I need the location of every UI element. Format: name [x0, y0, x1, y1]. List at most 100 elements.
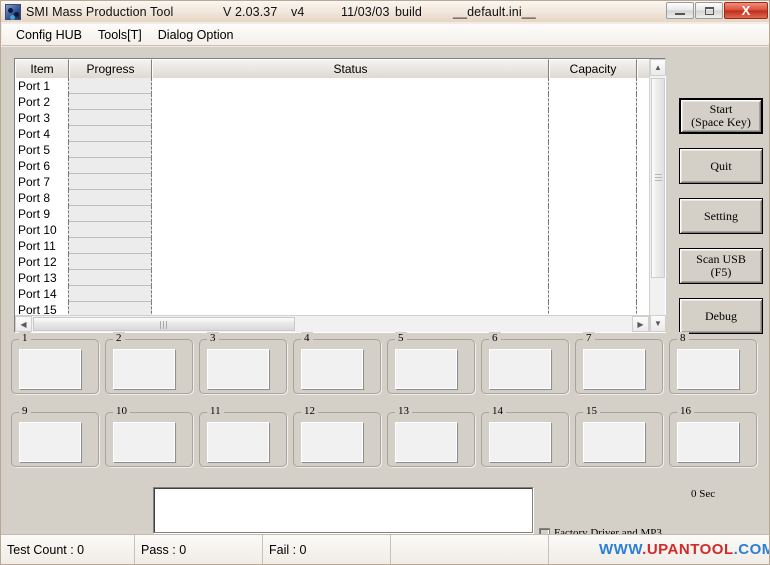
cell-capacity: [549, 190, 637, 206]
port-slot-label: 16: [677, 405, 694, 417]
port-slot-3[interactable]: 3: [199, 339, 287, 394]
port-slot-panel[interactable]: [113, 422, 175, 462]
maximize-button[interactable]: [695, 2, 723, 19]
cell-item: Port 14: [15, 286, 69, 302]
close-button[interactable]: X: [724, 2, 768, 19]
port-slot-panel[interactable]: [395, 349, 457, 389]
port-slot-label: 10: [113, 405, 130, 417]
cell-capacity: [549, 126, 637, 142]
setting-button-label: Setting: [704, 210, 738, 223]
minimize-button[interactable]: [666, 2, 694, 19]
table-row[interactable]: Port 10: [15, 222, 665, 238]
cell-item: Port 2: [15, 94, 69, 110]
cell-capacity: [549, 158, 637, 174]
menu-item-config-hub[interactable]: Config HUB: [8, 26, 90, 44]
table-row[interactable]: Port 7: [15, 174, 665, 190]
port-slot-4[interactable]: 4: [293, 339, 381, 394]
scroll-left-icon[interactable]: ◀: [15, 316, 32, 332]
port-slot-6[interactable]: 6: [481, 339, 569, 394]
port-slot-11[interactable]: 11: [199, 412, 287, 467]
title-version: V 2.03.37: [223, 5, 277, 19]
column-header-capacity[interactable]: Capacity: [549, 59, 637, 78]
port-slot-panel[interactable]: [489, 349, 551, 389]
table-row[interactable]: Port 5: [15, 142, 665, 158]
cell-status: [152, 94, 549, 110]
cell-status: [152, 78, 549, 94]
scroll-down-icon[interactable]: ▼: [650, 315, 666, 332]
horizontal-scroll-thumb[interactable]: [33, 317, 295, 331]
start-button[interactable]: Start (Space Key): [679, 98, 763, 134]
port-slot-panel[interactable]: [489, 422, 551, 462]
port-slot-7[interactable]: 7: [575, 339, 663, 394]
port-list-body[interactable]: Port 1 Port 2 Port 3: [15, 78, 665, 316]
scan-usb-label-line2: (F5): [711, 266, 732, 279]
table-row[interactable]: Port 1: [15, 78, 665, 94]
cell-capacity: [549, 302, 637, 316]
table-row[interactable]: Port 14: [15, 286, 665, 302]
maximize-icon: [705, 7, 714, 15]
cell-progress: [69, 142, 152, 158]
port-slot-label: 14: [489, 405, 506, 417]
port-slot-12[interactable]: 12: [293, 412, 381, 467]
port-slot-panel[interactable]: [677, 422, 739, 462]
port-slot-16[interactable]: 16: [669, 412, 757, 467]
port-slot-panel[interactable]: [19, 349, 81, 389]
column-header-item[interactable]: Item: [15, 59, 69, 78]
log-textbox[interactable]: [153, 487, 533, 533]
table-row[interactable]: Port 15: [15, 302, 665, 316]
quit-button[interactable]: Quit: [679, 148, 763, 184]
cell-capacity: [549, 94, 637, 110]
port-slot-13[interactable]: 13: [387, 412, 475, 467]
list-horizontal-scrollbar[interactable]: ◀ ▶: [15, 315, 649, 332]
cell-capacity: [549, 142, 637, 158]
port-slot-label: 8: [677, 332, 689, 344]
vertical-scroll-thumb[interactable]: [651, 78, 665, 278]
port-slot-15[interactable]: 15: [575, 412, 663, 467]
scan-usb-button[interactable]: Scan USB (F5): [679, 248, 763, 284]
table-row[interactable]: Port 6: [15, 158, 665, 174]
list-vertical-scrollbar[interactable]: ▲ ▼: [649, 59, 665, 332]
port-slot-panel[interactable]: [301, 349, 363, 389]
setting-button[interactable]: Setting: [679, 198, 763, 234]
port-slot-panel[interactable]: [583, 349, 645, 389]
cell-capacity: [549, 270, 637, 286]
watermark-url: WWW.UPANTOOL.COM: [599, 541, 770, 558]
cell-status: [152, 206, 549, 222]
port-slot-1[interactable]: 1: [11, 339, 99, 394]
port-slot-label: 1: [19, 332, 31, 344]
start-button-label-line2: (Space Key): [691, 116, 751, 129]
port-slot-panel[interactable]: [207, 422, 269, 462]
table-row[interactable]: Port 2: [15, 94, 665, 110]
table-row[interactable]: Port 13: [15, 270, 665, 286]
column-header-status[interactable]: Status: [152, 59, 549, 78]
port-slot-9[interactable]: 9: [11, 412, 99, 467]
menu-item-tools[interactable]: Tools[T]: [90, 26, 150, 44]
table-row[interactable]: Port 11: [15, 238, 665, 254]
table-row[interactable]: Port 3: [15, 110, 665, 126]
menu-item-dialog-option[interactable]: Dialog Option: [150, 26, 242, 44]
port-slot-8[interactable]: 8: [669, 339, 757, 394]
table-row[interactable]: Port 9: [15, 206, 665, 222]
title-ini-file: __default.ini__: [453, 5, 536, 19]
port-slot-panel[interactable]: [301, 422, 363, 462]
application-window: SMI Mass Production Tool V 2.03.37 v4 11…: [0, 0, 770, 565]
column-header-progress[interactable]: Progress: [69, 59, 152, 78]
port-slot-10[interactable]: 10: [105, 412, 193, 467]
port-slot-14[interactable]: 14: [481, 412, 569, 467]
table-row[interactable]: Port 4: [15, 126, 665, 142]
port-slot-panel[interactable]: [677, 349, 739, 389]
port-slot-label: 5: [395, 332, 407, 344]
table-row[interactable]: Port 12: [15, 254, 665, 270]
port-slot-label: 2: [113, 332, 125, 344]
scroll-up-icon[interactable]: ▲: [650, 59, 666, 76]
port-slot-5[interactable]: 5: [387, 339, 475, 394]
port-slot-panel[interactable]: [583, 422, 645, 462]
table-row[interactable]: Port 8: [15, 190, 665, 206]
port-slot-panel[interactable]: [207, 349, 269, 389]
port-slot-panel[interactable]: [19, 422, 81, 462]
scroll-right-icon[interactable]: ▶: [632, 316, 649, 332]
port-slot-panel[interactable]: [395, 422, 457, 462]
debug-button[interactable]: Debug: [679, 298, 763, 334]
port-slot-2[interactable]: 2: [105, 339, 193, 394]
port-slot-panel[interactable]: [113, 349, 175, 389]
